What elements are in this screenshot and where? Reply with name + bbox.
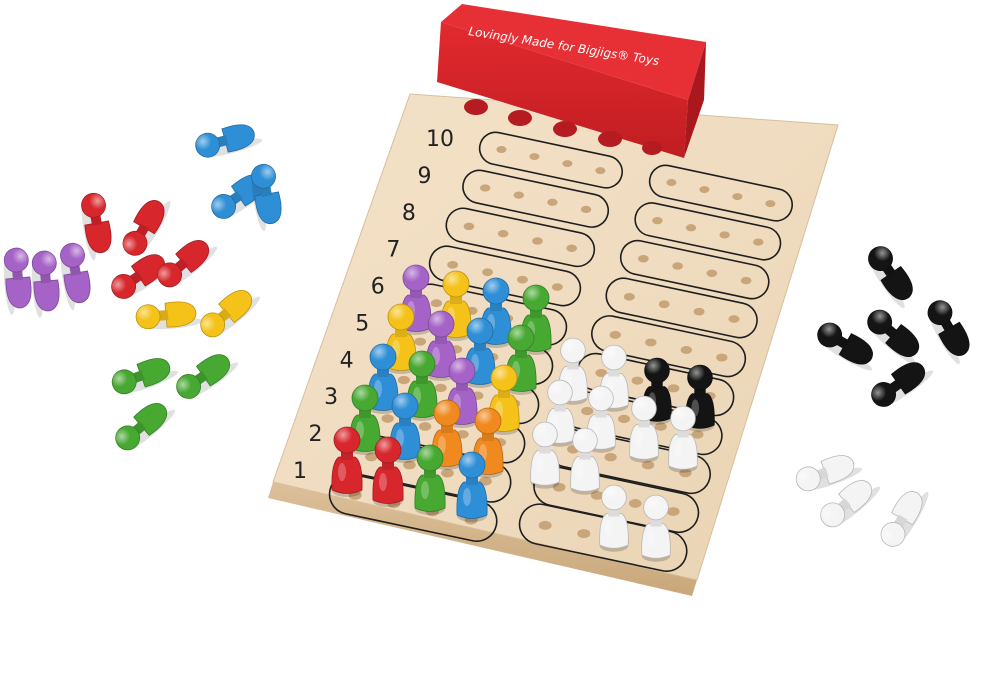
peg-hole [580,205,592,214]
loose-peg [60,242,91,311]
peg [629,395,659,463]
peg-hole [680,346,692,354]
peg-hole [397,375,410,385]
loose-peg [176,354,239,399]
peg-hole [765,200,776,208]
peg-hole [693,307,705,316]
peg [372,436,404,507]
product-photo: 12345678910 Lovingly Made for Bigjigs® T… [3,4,970,596]
peg-hole [538,520,552,530]
peg-hole [732,193,743,201]
peg-hole [716,353,728,362]
peg [668,405,698,473]
peg-hole [618,414,631,424]
loose-peg [251,163,282,232]
peg-hole [513,191,524,199]
peg-hole [667,384,680,393]
row-number: 10 [426,127,454,152]
peg-hole [672,262,683,270]
row-number: 8 [402,201,416,226]
peg-hole [447,260,459,269]
peg-hole [719,231,730,239]
loose-peg [880,491,929,547]
peg [641,494,671,562]
peg-hole [645,338,657,347]
peg-hole [497,229,509,238]
peg-hole [609,330,621,339]
row-number: 2 [309,422,323,447]
peg-hole [551,283,563,291]
peg-hole [430,299,443,308]
peg-hole [631,376,644,385]
peg-hole [566,244,578,252]
peg-hole [434,383,447,393]
peg-hole [463,222,475,231]
peg-hole [658,300,670,309]
loose-peg [31,250,60,318]
peg [331,426,363,497]
row-number: 1 [293,459,307,484]
peg-hole [699,186,710,194]
loose-peg [868,246,913,309]
peg-hole [728,315,740,323]
loose-peg [200,290,261,338]
peg-hole [480,184,491,192]
row-number: 7 [386,238,400,263]
peg-hole [577,529,591,539]
row-number: 4 [340,348,354,373]
peg-hole [753,238,764,246]
peg-hole [581,406,594,416]
peg-hole [482,268,494,277]
peg-hole [685,224,697,232]
peg-hole [529,153,540,161]
peg [414,444,446,515]
peg-hole [666,179,677,187]
loose-peg [122,200,171,256]
peg [570,427,600,495]
loose-peg [111,358,179,395]
loose-peg [135,301,203,330]
peg [530,421,560,489]
row-number: 9 [417,164,431,189]
peg-hole [496,146,507,154]
peg-hole [414,337,426,346]
loose-peg [115,403,176,451]
peg-hole [562,160,573,168]
peg-hole [418,422,432,431]
peg-hole [740,276,752,285]
row-number: 6 [371,275,385,300]
peg-hole [666,507,680,516]
peg-board: 123456789 10 [268,93,839,596]
peg-hole [381,414,394,423]
peg-hole [706,269,718,278]
peg-hole [628,499,642,508]
peg-hole [532,237,543,245]
row-number: 3 [324,385,338,410]
loose-peg [3,247,32,315]
peg [599,484,629,552]
peg [456,451,488,522]
peg-hole [638,255,649,263]
peg-hole [604,452,617,462]
peg-hole [652,217,663,225]
loose-peg [195,124,263,158]
peg-hole [441,468,454,478]
loose-peg [871,362,934,407]
row-number: 5 [355,311,369,336]
peg-hole [623,292,635,301]
peg-hole [595,167,606,175]
loose-peg [927,300,970,365]
peg-hole [547,198,558,206]
peg-hole [516,275,528,284]
